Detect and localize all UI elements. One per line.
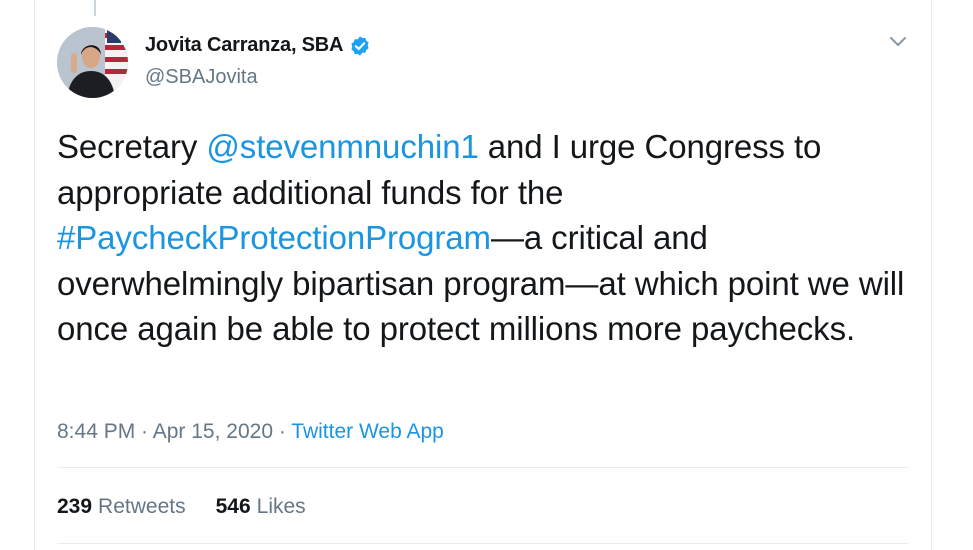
- retweets-label: Retweets: [98, 495, 186, 518]
- likes-count: 546: [215, 495, 251, 518]
- likes-stat[interactable]: 546 Likes: [216, 495, 306, 519]
- thread-connector-line: [94, 0, 96, 16]
- mention-link[interactable]: @stevenmnuchin1: [206, 128, 478, 165]
- divider: [57, 467, 908, 468]
- retweets-count: 239: [57, 495, 93, 518]
- avatar-image: [57, 27, 128, 98]
- author-name-row[interactable]: Jovita Carranza, SBA: [145, 34, 371, 57]
- avatar[interactable]: [57, 27, 128, 98]
- tweet-time[interactable]: 8:44 PM: [57, 420, 135, 443]
- tweet-source-link[interactable]: Twitter Web App: [291, 420, 444, 443]
- likes-label: Likes: [256, 495, 306, 518]
- author-name[interactable]: Jovita Carranza, SBA: [145, 34, 343, 57]
- chevron-down-icon[interactable]: [886, 33, 910, 51]
- tweet-date[interactable]: Apr 15, 2020: [153, 420, 273, 443]
- tweet-text-segment: Secretary: [57, 128, 207, 165]
- hashtag-link[interactable]: #PaycheckProtectionProgram: [57, 219, 491, 256]
- meta-separator: ·: [135, 420, 153, 443]
- retweets-stat[interactable]: 239 Retweets: [57, 495, 186, 519]
- meta-separator: ·: [273, 420, 292, 443]
- tweet-meta: 8:44 PM · Apr 15, 2020 · Twitter Web App: [57, 420, 444, 444]
- divider: [57, 543, 908, 544]
- verified-badge-icon: [349, 35, 371, 57]
- author-handle[interactable]: @SBAJovita: [145, 66, 258, 89]
- tweet-stats: 239 Retweets 546 Likes: [57, 495, 306, 519]
- tweet-text: Secretary @stevenmnuchin1 and I urge Con…: [57, 124, 917, 352]
